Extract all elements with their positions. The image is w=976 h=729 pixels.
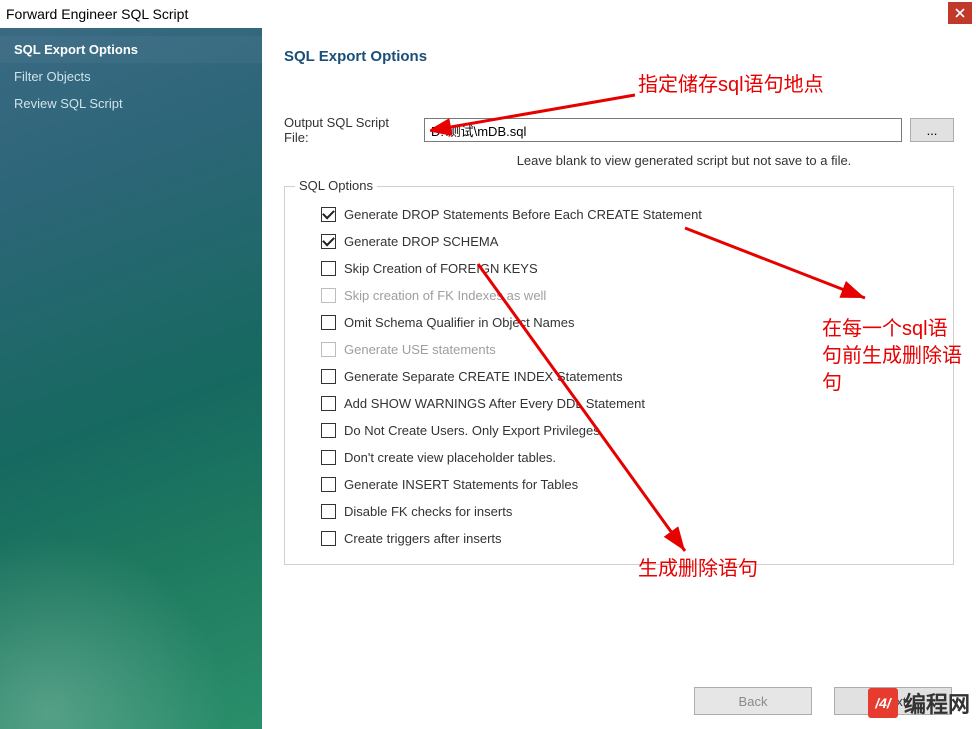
output-file-label: Output SQL Script File: bbox=[284, 115, 416, 145]
option-label: Skip Creation of FOREIGN KEYS bbox=[344, 261, 538, 276]
output-file-hint: Leave blank to view generated script but… bbox=[284, 153, 954, 168]
checkbox-icon bbox=[321, 450, 336, 465]
option-label: Generate DROP Statements Before Each CRE… bbox=[344, 207, 702, 222]
opt-omit-schema-qualifier[interactable]: Omit Schema Qualifier in Object Names bbox=[285, 309, 953, 336]
option-label: Add SHOW WARNINGS After Every DDL Statem… bbox=[344, 396, 645, 411]
checkbox-icon bbox=[321, 342, 336, 357]
sidebar-item-label: Filter Objects bbox=[14, 69, 91, 84]
group-legend: SQL Options bbox=[295, 178, 377, 193]
opt-skip-foreign-keys[interactable]: Skip Creation of FOREIGN KEYS bbox=[285, 255, 953, 282]
checkbox-icon bbox=[321, 207, 336, 222]
option-label: Generate DROP SCHEMA bbox=[344, 234, 498, 249]
opt-show-warnings[interactable]: Add SHOW WARNINGS After Every DDL Statem… bbox=[285, 390, 953, 417]
output-file-input[interactable] bbox=[424, 118, 902, 142]
checkbox-icon bbox=[321, 531, 336, 546]
opt-disable-fk-checks[interactable]: Disable FK checks for inserts bbox=[285, 498, 953, 525]
opt-create-triggers[interactable]: Create triggers after inserts bbox=[285, 525, 953, 552]
wizard-footer: Back Next bbox=[694, 687, 952, 715]
checkbox-icon bbox=[321, 369, 336, 384]
option-label: Generate USE statements bbox=[344, 342, 496, 357]
wizard-sidebar: SQL Export Options Filter Objects Review… bbox=[0, 28, 262, 729]
main-panel: SQL Export Options Output SQL Script Fil… bbox=[262, 28, 976, 729]
sidebar-item-sql-export-options[interactable]: SQL Export Options bbox=[0, 36, 262, 63]
opt-generate-drop-before-create[interactable]: Generate DROP Statements Before Each CRE… bbox=[285, 201, 953, 228]
opt-separate-create-index[interactable]: Generate Separate CREATE INDEX Statement… bbox=[285, 363, 953, 390]
option-label: Generate Separate CREATE INDEX Statement… bbox=[344, 369, 623, 384]
next-button[interactable]: Next bbox=[834, 687, 952, 715]
checkbox-icon bbox=[321, 504, 336, 519]
sql-options-group: SQL Options Generate DROP Statements Bef… bbox=[284, 186, 954, 565]
close-button[interactable] bbox=[948, 2, 972, 24]
checkbox-icon bbox=[321, 315, 336, 330]
opt-generate-use: Generate USE statements bbox=[285, 336, 953, 363]
opt-generate-drop-schema[interactable]: Generate DROP SCHEMA bbox=[285, 228, 953, 255]
opt-no-users[interactable]: Do Not Create Users. Only Export Privile… bbox=[285, 417, 953, 444]
opt-skip-fk-indexes: Skip creation of FK Indexes as well bbox=[285, 282, 953, 309]
opt-generate-insert[interactable]: Generate INSERT Statements for Tables bbox=[285, 471, 953, 498]
checkbox-icon bbox=[321, 396, 336, 411]
button-label: Back bbox=[739, 694, 768, 709]
browse-label: ... bbox=[927, 123, 938, 138]
browse-button[interactable]: ... bbox=[910, 118, 954, 142]
opt-no-view-placeholder[interactable]: Don't create view placeholder tables. bbox=[285, 444, 953, 471]
checkbox-icon bbox=[321, 288, 336, 303]
sidebar-item-label: Review SQL Script bbox=[14, 96, 123, 111]
back-button[interactable]: Back bbox=[694, 687, 812, 715]
window-title: Forward Engineer SQL Script bbox=[6, 6, 188, 22]
option-label: Omit Schema Qualifier in Object Names bbox=[344, 315, 574, 330]
option-label: Do Not Create Users. Only Export Privile… bbox=[344, 423, 600, 438]
page-title: SQL Export Options bbox=[284, 48, 954, 65]
output-file-row: Output SQL Script File: ... bbox=[284, 115, 954, 145]
option-label: Create triggers after inserts bbox=[344, 531, 502, 546]
option-label: Don't create view placeholder tables. bbox=[344, 450, 556, 465]
sidebar-item-filter-objects[interactable]: Filter Objects bbox=[0, 63, 262, 90]
titlebar: Forward Engineer SQL Script bbox=[0, 0, 976, 28]
close-icon bbox=[955, 8, 965, 18]
option-label: Generate INSERT Statements for Tables bbox=[344, 477, 578, 492]
checkbox-icon bbox=[321, 477, 336, 492]
checkbox-icon bbox=[321, 234, 336, 249]
checkbox-icon bbox=[321, 261, 336, 276]
checkbox-icon bbox=[321, 423, 336, 438]
option-label: Disable FK checks for inserts bbox=[344, 504, 512, 519]
button-label: Next bbox=[880, 694, 907, 709]
option-label: Skip creation of FK Indexes as well bbox=[344, 288, 546, 303]
sidebar-item-review-sql-script[interactable]: Review SQL Script bbox=[0, 90, 262, 117]
sidebar-item-label: SQL Export Options bbox=[14, 42, 138, 57]
